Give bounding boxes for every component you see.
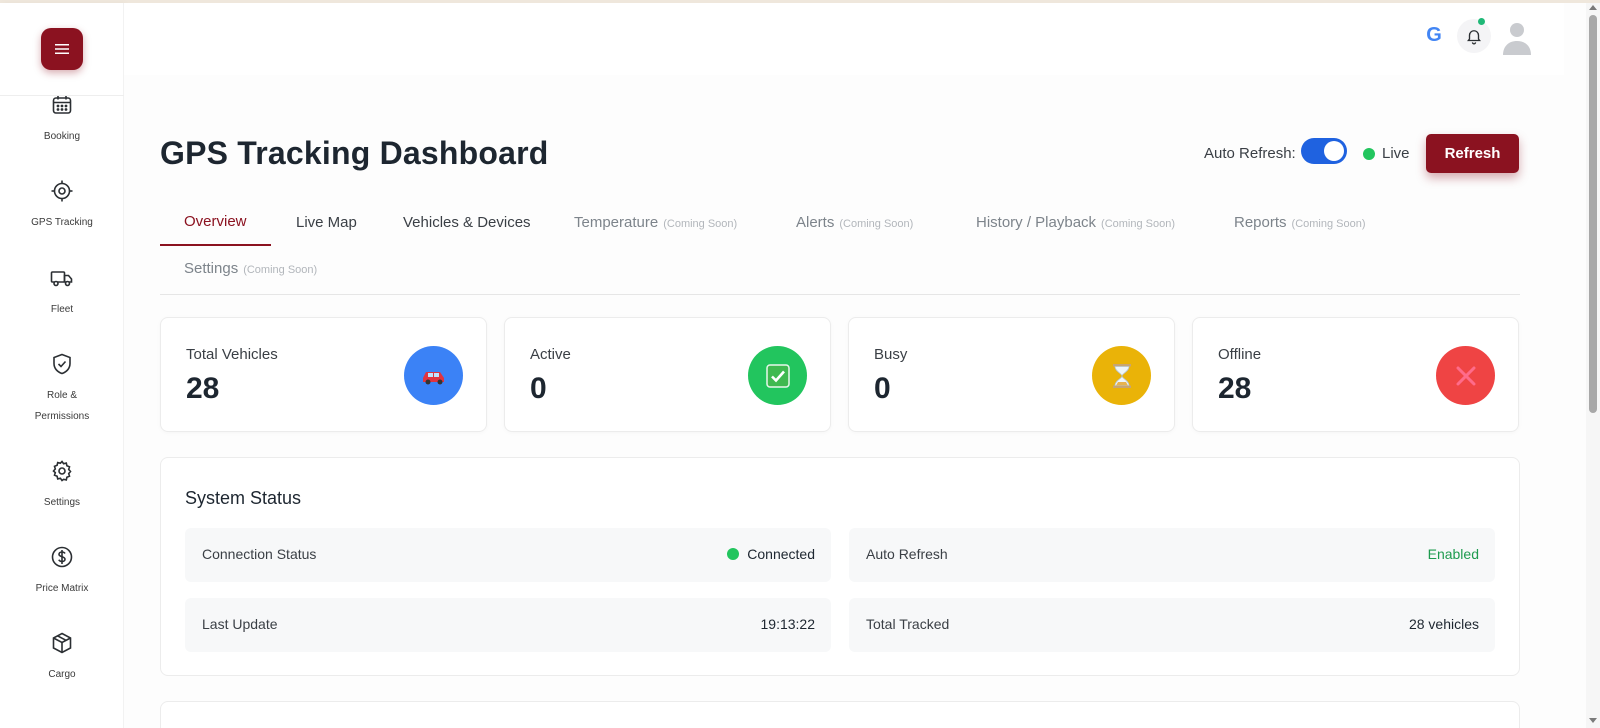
sidebar: Booking GPS Tracking Fleet Role & Permis… bbox=[0, 3, 124, 728]
sidebar-item-settings[interactable]: Settings bbox=[0, 459, 124, 513]
tab-vehicles-devices[interactable]: Vehicles & Devices bbox=[403, 214, 531, 231]
scroll-up-arrow[interactable] bbox=[1589, 5, 1597, 10]
status-key: Connection Status bbox=[202, 546, 317, 562]
status-row-total-tracked: Total Tracked 28 vehicles bbox=[849, 598, 1495, 652]
x-icon bbox=[1436, 346, 1495, 405]
sidebar-item-price-matrix[interactable]: Price Matrix bbox=[0, 545, 124, 599]
stat-label: Offline bbox=[1218, 346, 1262, 363]
sidebar-item-role-permissions[interactable]: Role & Permissions bbox=[0, 352, 124, 427]
sidebar-item-label: Settings bbox=[43, 497, 81, 508]
sidebar-item-label: Fleet bbox=[50, 304, 74, 315]
live-indicator-dot bbox=[1363, 148, 1375, 160]
bell-icon bbox=[1467, 30, 1481, 45]
status-value: Connected bbox=[727, 546, 815, 562]
hamburger-icon bbox=[55, 44, 69, 54]
sidebar-item-gps-tracking[interactable]: GPS Tracking bbox=[0, 179, 124, 233]
stat-card-offline: Offline 28 bbox=[1192, 317, 1519, 432]
stat-card-active: Active 0 bbox=[504, 317, 831, 432]
page-scrollbar[interactable] bbox=[1586, 3, 1600, 728]
truck-icon bbox=[50, 271, 73, 287]
auto-refresh-toggle[interactable] bbox=[1301, 138, 1347, 164]
top-bar: G bbox=[124, 3, 1564, 75]
notifications-button[interactable] bbox=[1457, 19, 1491, 53]
checkmark-icon bbox=[748, 346, 807, 405]
sidebar-item-booking[interactable]: Booking bbox=[0, 93, 124, 147]
status-row-auto-refresh: Auto Refresh Enabled bbox=[849, 528, 1495, 582]
sidebar-item-label: Role & Permissions bbox=[34, 390, 90, 422]
stat-card-busy: Busy 0 bbox=[848, 317, 1175, 432]
status-value: Enabled bbox=[1427, 546, 1479, 562]
sidebar-item-label: Cargo bbox=[48, 669, 76, 680]
scroll-down-arrow[interactable] bbox=[1589, 718, 1597, 723]
status-key: Total Tracked bbox=[866, 616, 950, 632]
refresh-button[interactable]: Refresh bbox=[1426, 134, 1519, 173]
main-content: G GPS Tracking Dashboard Auto Refresh: L… bbox=[124, 3, 1600, 728]
stat-value: 28 bbox=[186, 372, 220, 405]
tab-bar: Overview Live Map Vehicles & Devices Tem… bbox=[160, 199, 1520, 295]
connected-dot bbox=[727, 548, 740, 560]
toggle-knob bbox=[1324, 141, 1344, 161]
box-icon bbox=[52, 632, 72, 654]
calendar-icon bbox=[52, 96, 72, 114]
car-icon bbox=[404, 346, 463, 405]
sidebar-item-label: GPS Tracking bbox=[31, 217, 93, 228]
notification-dot bbox=[1478, 18, 1485, 25]
shield-check-icon bbox=[53, 353, 71, 375]
scroll-thumb[interactable] bbox=[1589, 15, 1597, 413]
status-row-last-update: Last Update 19:13:22 bbox=[185, 598, 831, 652]
sidebar-item-label: Booking bbox=[43, 131, 81, 142]
status-value: 19:13:22 bbox=[760, 616, 816, 632]
system-status-title: System Status bbox=[185, 488, 302, 508]
next-panel bbox=[160, 701, 1520, 728]
gear-icon bbox=[52, 460, 72, 482]
stat-value: 0 bbox=[530, 372, 547, 405]
page-title: GPS Tracking Dashboard bbox=[160, 135, 549, 171]
menu-toggle-button[interactable] bbox=[41, 28, 83, 70]
sidebar-item-fleet[interactable]: Fleet bbox=[0, 266, 124, 320]
dollar-icon bbox=[51, 546, 73, 568]
tab-settings[interactable]: Settings (Coming Soon) bbox=[184, 260, 317, 277]
auto-refresh-label: Auto Refresh: bbox=[1204, 145, 1296, 162]
tab-overview[interactable]: Overview bbox=[184, 213, 247, 230]
stat-value: 0 bbox=[874, 372, 891, 405]
system-status-panel: System Status Connection Status Connecte… bbox=[160, 457, 1520, 676]
live-label: Live bbox=[1382, 145, 1410, 162]
tab-alerts[interactable]: Alerts (Coming Soon) bbox=[796, 214, 913, 231]
status-key: Last Update bbox=[202, 616, 278, 632]
stat-value: 28 bbox=[1218, 372, 1252, 405]
hourglass-icon bbox=[1092, 346, 1151, 405]
tab-history-playback[interactable]: History / Playback (Coming Soon) bbox=[976, 214, 1175, 231]
avatar[interactable] bbox=[1501, 21, 1533, 55]
status-row-connection: Connection Status Connected bbox=[185, 528, 831, 582]
sidebar-item-label: Price Matrix bbox=[35, 583, 89, 594]
sidebar-item-cargo[interactable]: Cargo bbox=[0, 631, 124, 685]
stat-label: Busy bbox=[874, 346, 908, 363]
google-icon[interactable]: G bbox=[1420, 21, 1448, 49]
tab-live-map[interactable]: Live Map bbox=[296, 214, 357, 231]
active-tab-underline bbox=[160, 244, 271, 246]
status-key: Auto Refresh bbox=[866, 546, 948, 562]
stat-card-total-vehicles: Total Vehicles 28 bbox=[160, 317, 487, 432]
stat-label: Active bbox=[530, 346, 571, 363]
target-icon bbox=[51, 180, 73, 202]
tab-temperature[interactable]: Temperature (Coming Soon) bbox=[574, 214, 737, 231]
tab-reports[interactable]: Reports (Coming Soon) bbox=[1234, 214, 1366, 231]
stat-label: Total Vehicles bbox=[186, 346, 278, 363]
status-value: 28 vehicles bbox=[1408, 616, 1479, 632]
